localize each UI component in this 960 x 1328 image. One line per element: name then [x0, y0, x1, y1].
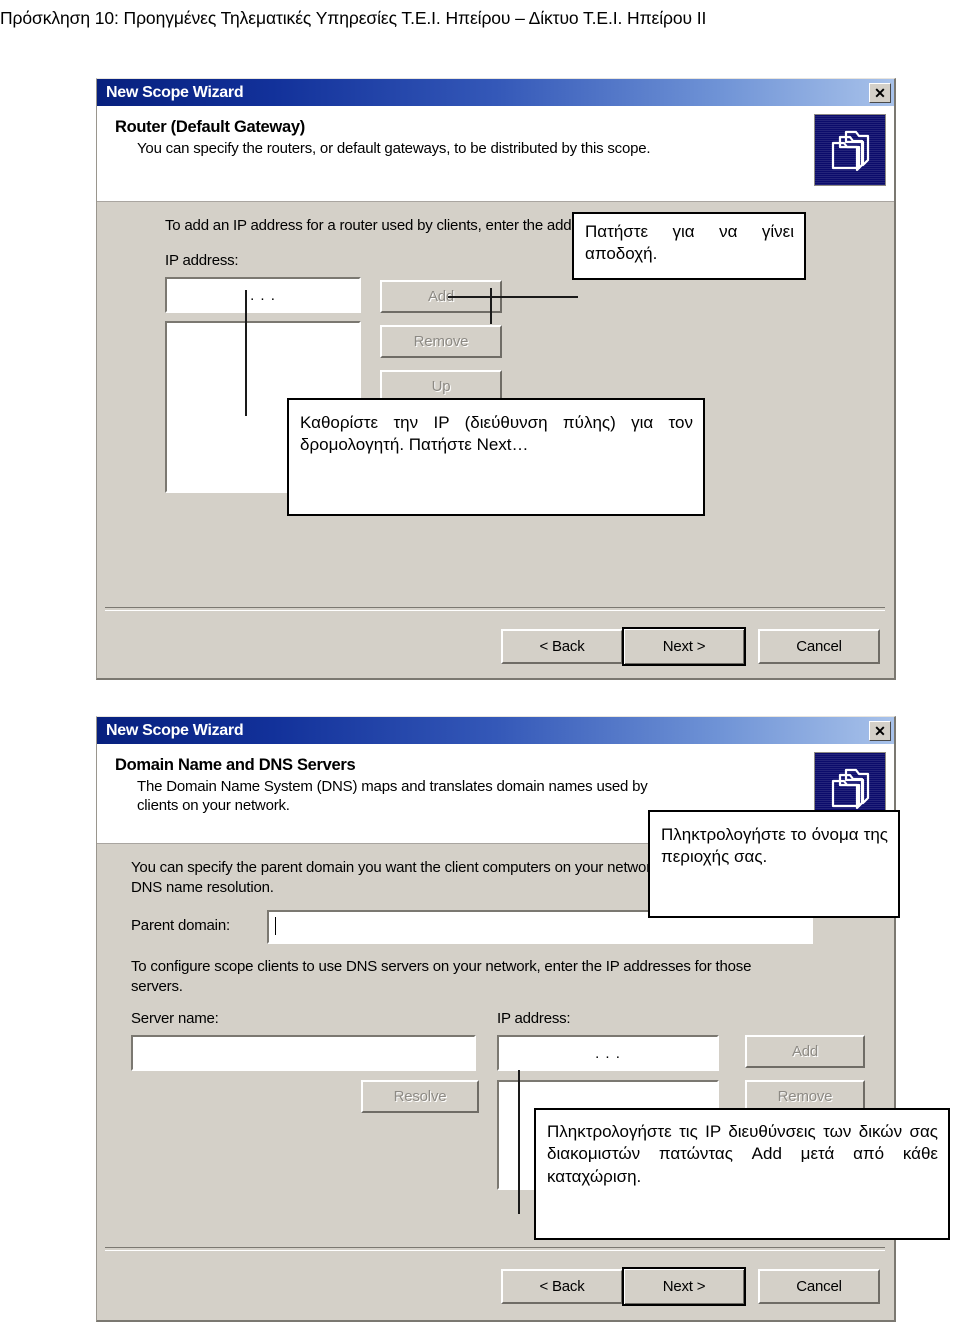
close-icon[interactable]: ✕	[869, 82, 891, 103]
callout-dns-servers-text: Πληκτρολογήστε τις IP διευθύνσεις των δι…	[547, 1122, 938, 1186]
dns-intro-text-line1: You can specify the parent domain you wa…	[131, 859, 723, 876]
footer-divider	[105, 607, 885, 611]
window-title: New Scope Wizard	[106, 721, 244, 739]
callout-gateway: Καθορίστε την IP (διεύθυνση πύλης) για τ…	[287, 398, 705, 516]
callout-accept-text: Πατήστε για να γίνει αποδοχή.	[585, 222, 794, 264]
window-title: New Scope Wizard	[106, 83, 244, 101]
back-button[interactable]: < Back	[501, 629, 623, 664]
next-button[interactable]: Next >	[622, 1267, 746, 1306]
close-icon[interactable]: ✕	[869, 720, 891, 741]
callout-gateway-text: Καθορίστε την IP (διεύθυνση πύλης) για τ…	[300, 413, 693, 455]
back-button[interactable]: < Back	[501, 1269, 623, 1304]
callout-connector-gateway-vertical	[245, 290, 247, 416]
ip-address-label: IP address:	[497, 1010, 571, 1027]
callout-connector-accept-horizontal	[448, 296, 578, 298]
parent-domain-label: Parent domain:	[131, 917, 230, 934]
callout-dns-servers: Πληκτρολογήστε τις IP διευθύνσεις των δι…	[534, 1108, 950, 1240]
dns-ip-address-input[interactable]: . . .	[497, 1035, 719, 1071]
callout-domain-name-text: Πληκτρολογήστε το όνομα της περιοχής σας…	[661, 825, 888, 867]
resolve-button[interactable]: Resolve	[361, 1080, 479, 1113]
titlebar-dns: New Scope Wizard ✕	[97, 717, 894, 744]
server-name-input[interactable]	[131, 1035, 476, 1071]
remove-button[interactable]: Remove	[380, 325, 502, 358]
footer-divider	[105, 1247, 885, 1251]
parent-domain-value	[275, 917, 277, 935]
wizard-header-router: Router (Default Gateway) You can specify…	[97, 106, 894, 202]
cancel-button[interactable]: Cancel	[758, 1269, 880, 1304]
titlebar-router: New Scope Wizard ✕	[97, 79, 894, 106]
server-name-label: Server name:	[131, 1010, 219, 1027]
dns-servers-text-line2: servers.	[131, 978, 183, 995]
add-button[interactable]: Add	[745, 1035, 865, 1068]
page-subheading-line1: The Domain Name System (DNS) maps and tr…	[137, 778, 648, 795]
page-heading: Router (Default Gateway)	[115, 118, 305, 136]
page-subheading: You can specify the routers, or default …	[137, 140, 651, 157]
cancel-button[interactable]: Cancel	[758, 629, 880, 664]
dns-servers-text-line1: To configure scope clients to use DNS se…	[131, 958, 752, 975]
callout-connector-accept-vertical	[490, 288, 492, 324]
callout-accept: Πατήστε για να γίνει αποδοχή.	[572, 212, 806, 280]
new-scope-wizard-dialog-router: New Scope Wizard ✕ Router (Default Gatew…	[96, 78, 896, 680]
page-heading: Domain Name and DNS Servers	[115, 756, 356, 774]
callout-domain-name: Πληκτρολογήστε το όνομα της περιοχής σας…	[648, 810, 900, 918]
page-title: Πρόσκληση 10: Προηγμένες Τηλεματικές Υπη…	[0, 8, 707, 28]
callout-connector-dns-vertical	[518, 1070, 520, 1214]
ip-address-input[interactable]: . . .	[165, 277, 361, 313]
dns-intro-text-line2: DNS name resolution.	[131, 879, 274, 896]
next-button[interactable]: Next >	[622, 627, 746, 666]
ip-address-label: IP address:	[165, 252, 239, 269]
folders-icon	[814, 114, 886, 186]
